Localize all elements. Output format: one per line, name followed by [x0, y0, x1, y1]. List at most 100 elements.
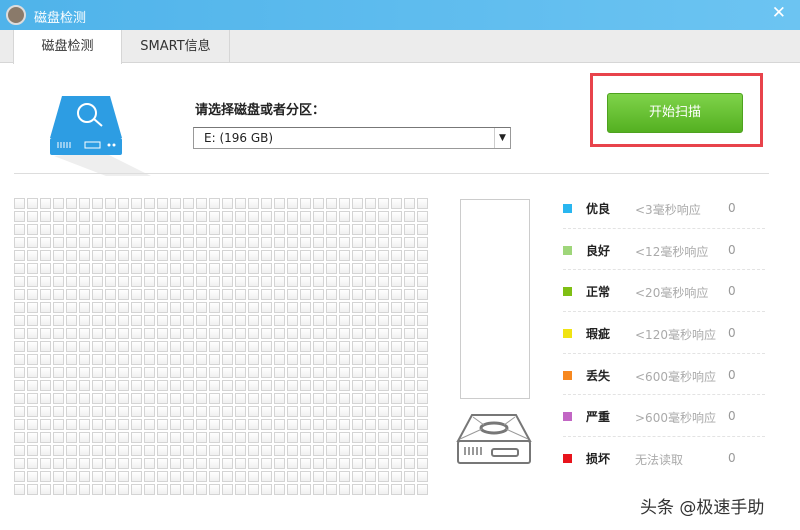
sector-cell — [170, 263, 181, 274]
sector-cell — [404, 289, 415, 300]
sector-cell — [118, 445, 129, 456]
sector-cell — [209, 289, 220, 300]
sector-cell — [79, 315, 90, 326]
sector-cell — [53, 484, 64, 495]
sector-cell — [326, 237, 337, 248]
legend-name: 损坏 — [586, 452, 611, 467]
sector-cell — [79, 471, 90, 482]
chevron-down-icon[interactable]: ▼ — [494, 128, 510, 148]
sector-cell — [131, 263, 142, 274]
sector-cell — [248, 380, 259, 391]
sector-cell — [378, 302, 389, 313]
sector-cell — [79, 302, 90, 313]
sector-cell — [313, 289, 324, 300]
sector-cell — [261, 302, 272, 313]
sector-cell — [92, 302, 103, 313]
sector-cell — [378, 315, 389, 326]
sector-cell — [92, 445, 103, 456]
sector-cell — [287, 224, 298, 235]
sector-cell — [14, 367, 25, 378]
sector-cell — [274, 367, 285, 378]
sector-cell — [14, 263, 25, 274]
sector-cell — [378, 367, 389, 378]
sector-cell — [66, 276, 77, 287]
sector-cell — [183, 393, 194, 404]
sector-cell — [365, 328, 376, 339]
sector-cell — [118, 484, 129, 495]
sector-cell — [365, 419, 376, 430]
sector-cell — [53, 471, 64, 482]
sector-cell — [79, 224, 90, 235]
sector-cell — [365, 250, 376, 261]
sector-cell — [391, 380, 402, 391]
sector-cell — [300, 263, 311, 274]
disk-select[interactable]: E: (196 GB) ▼ — [193, 127, 511, 149]
start-scan-button[interactable]: 开始扫描 — [607, 93, 743, 133]
sector-cell — [196, 354, 207, 365]
sector-cell — [40, 250, 51, 261]
sector-cell — [235, 419, 246, 430]
close-icon[interactable]: ✕ — [772, 3, 786, 23]
sector-cell — [170, 445, 181, 456]
sector-cell — [235, 263, 246, 274]
sector-cell — [209, 263, 220, 274]
sector-cell — [365, 198, 376, 209]
sector-cell — [144, 419, 155, 430]
sector-cell — [157, 445, 168, 456]
sector-cell — [27, 419, 38, 430]
legend-name: 良好 — [586, 243, 611, 258]
sector-cell — [66, 224, 77, 235]
sector-cell — [131, 419, 142, 430]
sector-cell — [404, 302, 415, 313]
sector-cell — [157, 289, 168, 300]
sector-cell — [66, 471, 77, 482]
sector-cell — [274, 393, 285, 404]
legend-count: 0 — [728, 242, 736, 257]
tab-disk-check[interactable]: 磁盘检测 — [13, 30, 122, 64]
sector-cell — [14, 393, 25, 404]
sector-cell — [170, 276, 181, 287]
sector-cell — [326, 315, 337, 326]
sector-cell — [66, 458, 77, 469]
sector-cell — [92, 211, 103, 222]
sector-cell — [105, 471, 116, 482]
sector-cell — [222, 354, 233, 365]
sector-cell — [248, 393, 259, 404]
sector-cell — [27, 237, 38, 248]
sector-cell — [53, 211, 64, 222]
sector-cell — [365, 341, 376, 352]
sector-cell — [248, 341, 259, 352]
sector-cell — [222, 302, 233, 313]
sector-cell — [196, 211, 207, 222]
sector-cell — [417, 289, 428, 300]
sector-cell — [40, 198, 51, 209]
sector-cell — [391, 211, 402, 222]
sector-cell — [404, 419, 415, 430]
sector-cell — [14, 250, 25, 261]
legend-swatch — [563, 412, 572, 422]
sector-cell — [274, 445, 285, 456]
sector-cell — [79, 445, 90, 456]
sector-cell — [53, 406, 64, 417]
sector-cell — [222, 445, 233, 456]
sector-cell — [170, 302, 181, 313]
sector-cell — [40, 341, 51, 352]
sector-cell — [287, 484, 298, 495]
sector-cell — [235, 302, 246, 313]
sector-cell — [144, 458, 155, 469]
legend-count: 0 — [728, 451, 736, 466]
sector-cell — [53, 341, 64, 352]
sector-cell — [274, 484, 285, 495]
sector-cell — [313, 419, 324, 430]
sector-cell — [417, 354, 428, 365]
sector-cell — [339, 276, 350, 287]
sector-cell — [27, 315, 38, 326]
sector-cell — [339, 354, 350, 365]
sector-cell — [105, 419, 116, 430]
sector-cell — [391, 276, 402, 287]
sector-cell — [14, 419, 25, 430]
sector-cell — [274, 328, 285, 339]
sector-cell — [92, 198, 103, 209]
tab-smart-info[interactable]: SMART信息 — [122, 30, 230, 63]
sector-cell — [365, 471, 376, 482]
